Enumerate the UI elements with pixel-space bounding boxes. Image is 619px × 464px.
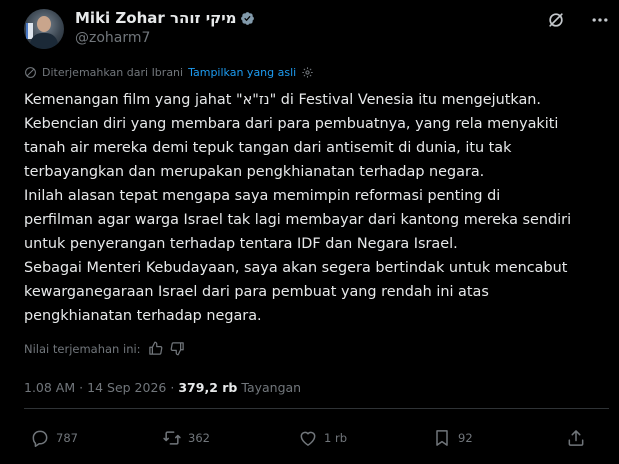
share-button[interactable]: [566, 428, 586, 448]
post-line: tanah air mereka demi tepuk tangan dari …: [24, 140, 512, 156]
post-line: pengkhianatan terhadap negara.: [24, 308, 262, 324]
repost-count: 362: [188, 431, 210, 445]
thumbs-down-icon[interactable]: [170, 341, 185, 356]
share-icon: [568, 430, 584, 446]
reply-count: 787: [56, 431, 78, 445]
bookmark-icon: [436, 430, 448, 446]
action-bar: 787 362 1 rb 92: [30, 428, 590, 450]
grok-icon[interactable]: [546, 10, 566, 30]
post-line: Kemenangan film yang jahat "נז"א" di Fes…: [24, 92, 541, 108]
more-options-icon[interactable]: [590, 10, 610, 30]
translation-bar: Diterjemahkan dari Ibrani Tampilkan yang…: [24, 66, 314, 79]
reply-button[interactable]: 787: [30, 428, 78, 448]
post-line: Sebagai Menteri Kebudayaan, saya akan se…: [24, 260, 568, 276]
post-date[interactable]: 14 Sep 2026: [87, 380, 166, 395]
verified-badge-icon: [241, 11, 255, 25]
views-label: Tayangan: [241, 380, 302, 395]
like-count: 1 rb: [324, 431, 347, 445]
meta-separator: ·: [170, 380, 175, 395]
thumbs-up-icon[interactable]: [148, 341, 163, 356]
translation-rating: Nilai terjemahan ini:: [24, 341, 185, 356]
avatar[interactable]: [24, 9, 64, 49]
repost-button[interactable]: 362: [162, 428, 210, 448]
bookmark-count: 92: [458, 431, 473, 445]
translation-note: Diterjemahkan dari Ibrani: [42, 66, 184, 79]
post-meta: 1.08 AM · 14 Sep 2026 · 379,2 rb Tayanga…: [24, 380, 301, 395]
author-display-name[interactable]: Miki Zohar מיקי זוהר: [75, 9, 236, 27]
author-handle[interactable]: @zoharm7: [75, 30, 150, 46]
post: Miki Zohar מיקי זוהר @zoharm7 Diterjemah…: [0, 0, 619, 464]
post-line: terbayangkan dan merupakan pengkhianatan…: [24, 164, 485, 180]
divider: [24, 408, 609, 409]
post-text: Kemenangan film yang jahat "נז"א" di Fes…: [24, 88, 604, 328]
translate-icon: [25, 67, 36, 78]
post-line: Kebencian diri yang membara dari para pe…: [24, 116, 559, 132]
like-button[interactable]: 1 rb: [298, 428, 347, 448]
show-original-link[interactable]: Tampilkan yang asli: [188, 66, 296, 79]
repost-icon: [163, 431, 181, 445]
views-count: 379,2 rb: [178, 380, 238, 395]
settings-gear-icon[interactable]: [301, 66, 314, 79]
post-line: untuk penyerangan terhadap tentara IDF d…: [24, 236, 458, 252]
reply-icon: [32, 430, 48, 447]
bookmark-button[interactable]: 92: [432, 428, 473, 448]
post-time[interactable]: 1.08 AM: [24, 380, 75, 395]
meta-separator: ·: [79, 380, 84, 395]
post-line: kewarganegaraan Israel dari para pembuat…: [24, 284, 489, 300]
post-line: perfilman agar warga Israel tak lagi mem…: [24, 212, 572, 228]
rating-label: Nilai terjemahan ini:: [24, 341, 141, 356]
heart-icon: [300, 431, 316, 446]
post-line: Inilah alasan tepat mengapa saya memimpi…: [24, 188, 501, 204]
author-name-row: Miki Zohar מיקי זוהר: [75, 9, 255, 27]
